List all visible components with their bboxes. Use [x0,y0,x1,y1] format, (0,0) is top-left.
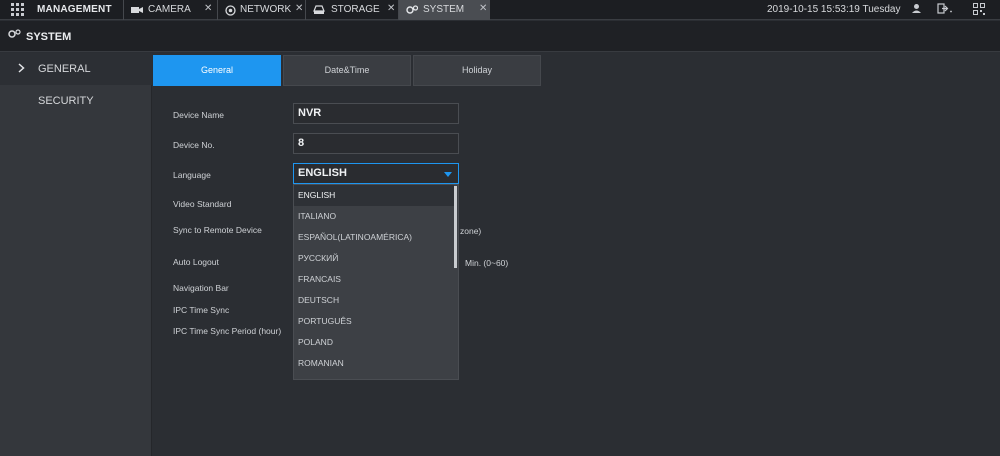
tab-date-time[interactable]: Date&Time [283,55,411,86]
chevron-right-icon [18,63,25,76]
sidebar-item-label: SECURITY [38,95,94,107]
navigation-bar-label: Navigation Bar [173,283,229,293]
caret-down-icon [444,172,452,177]
sync-remote-device-label: Sync to Remote Device [173,225,262,235]
language-option[interactable]: ENGLISH [294,185,454,206]
language-option[interactable]: ESPAÑOL(LATINOAMÉRICA) [294,227,454,248]
video-standard-label: Video Standard [173,199,232,209]
network-icon [225,5,236,19]
auto-logout-unit: Min. (0~60) [465,258,509,268]
qr-code-icon[interactable] [973,3,985,18]
auto-logout-label: Auto Logout [173,257,219,267]
tab-storage-label: STORAGE [331,4,380,15]
tab-camera[interactable]: CAMERA ✕ [123,0,217,20]
language-label: Language [173,170,211,180]
close-icon[interactable]: ✕ [479,3,487,14]
language-option[interactable]: ITALIANO [294,206,454,227]
device-name-label: Device Name [173,110,225,120]
language-dropdown[interactable]: ENGLISH ITALIANO ESPAÑOL(LATINOAMÉRICA) … [293,184,459,380]
ipc-time-sync-period-label: IPC Time Sync Period (hour) [173,326,282,336]
tab-network-label: NETWORK [240,4,292,15]
language-option[interactable]: FRANCAIS [294,269,454,290]
language-option[interactable]: ROMANIAN [294,353,454,374]
user-icon[interactable] [911,3,922,17]
tab-system[interactable]: SYSTEM ✕ [398,0,490,20]
tab-camera-label: CAMERA [148,4,191,15]
language-option[interactable]: DEUTSCH [294,290,454,311]
logout-icon[interactable] [937,3,953,17]
system-icon [8,29,21,42]
language-option[interactable]: РУССКИЙ [294,248,454,269]
sidebar: GENERAL SECURITY [0,53,152,456]
system-icon [406,5,419,18]
section-header: SYSTEM [0,21,1000,52]
tab-system-label: SYSTEM [423,4,465,15]
storage-icon [313,5,325,18]
content-tabs: General Date&Time Holiday [153,53,1000,86]
close-icon[interactable]: ✕ [204,3,212,14]
app-title: MANAGEMENT [37,4,112,15]
tab-storage[interactable]: STORAGE ✕ [305,0,397,20]
device-no-label: Device No. [173,140,215,150]
camera-icon [131,5,143,18]
close-icon[interactable]: ✕ [295,3,303,14]
language-select-value: ENGLISH [298,167,347,179]
page-title: SYSTEM [26,31,72,43]
sidebar-item-security[interactable]: SECURITY [0,85,152,117]
language-select[interactable]: ENGLISH [293,163,459,184]
tab-general[interactable]: General [153,55,281,86]
apps-grid-icon[interactable] [11,3,24,16]
device-no-input[interactable]: 8 [293,133,459,154]
language-option[interactable]: PORTUGUÊS [294,311,454,332]
datetime-display: 2019-10-15 15:53:19 Tuesday [767,4,901,15]
timezone-suffix: zone) [460,226,482,236]
close-icon[interactable]: ✕ [387,3,395,14]
language-option[interactable]: POLAND [294,332,454,353]
device-name-input[interactable]: NVR [293,103,459,124]
sidebar-item-label: GENERAL [38,63,91,75]
main-content: General Date&Time Holiday Device Name NV… [153,53,1000,456]
tab-holiday[interactable]: Holiday [413,55,541,86]
ipc-time-sync-label: IPC Time Sync [173,305,230,315]
dropdown-scrollbar[interactable] [454,186,457,268]
top-bar: MANAGEMENT CAMERA ✕ NETWORK ✕ STORAGE ✕ … [0,0,1000,20]
tab-network[interactable]: NETWORK ✕ [217,0,305,20]
sidebar-item-general[interactable]: GENERAL [0,53,152,85]
